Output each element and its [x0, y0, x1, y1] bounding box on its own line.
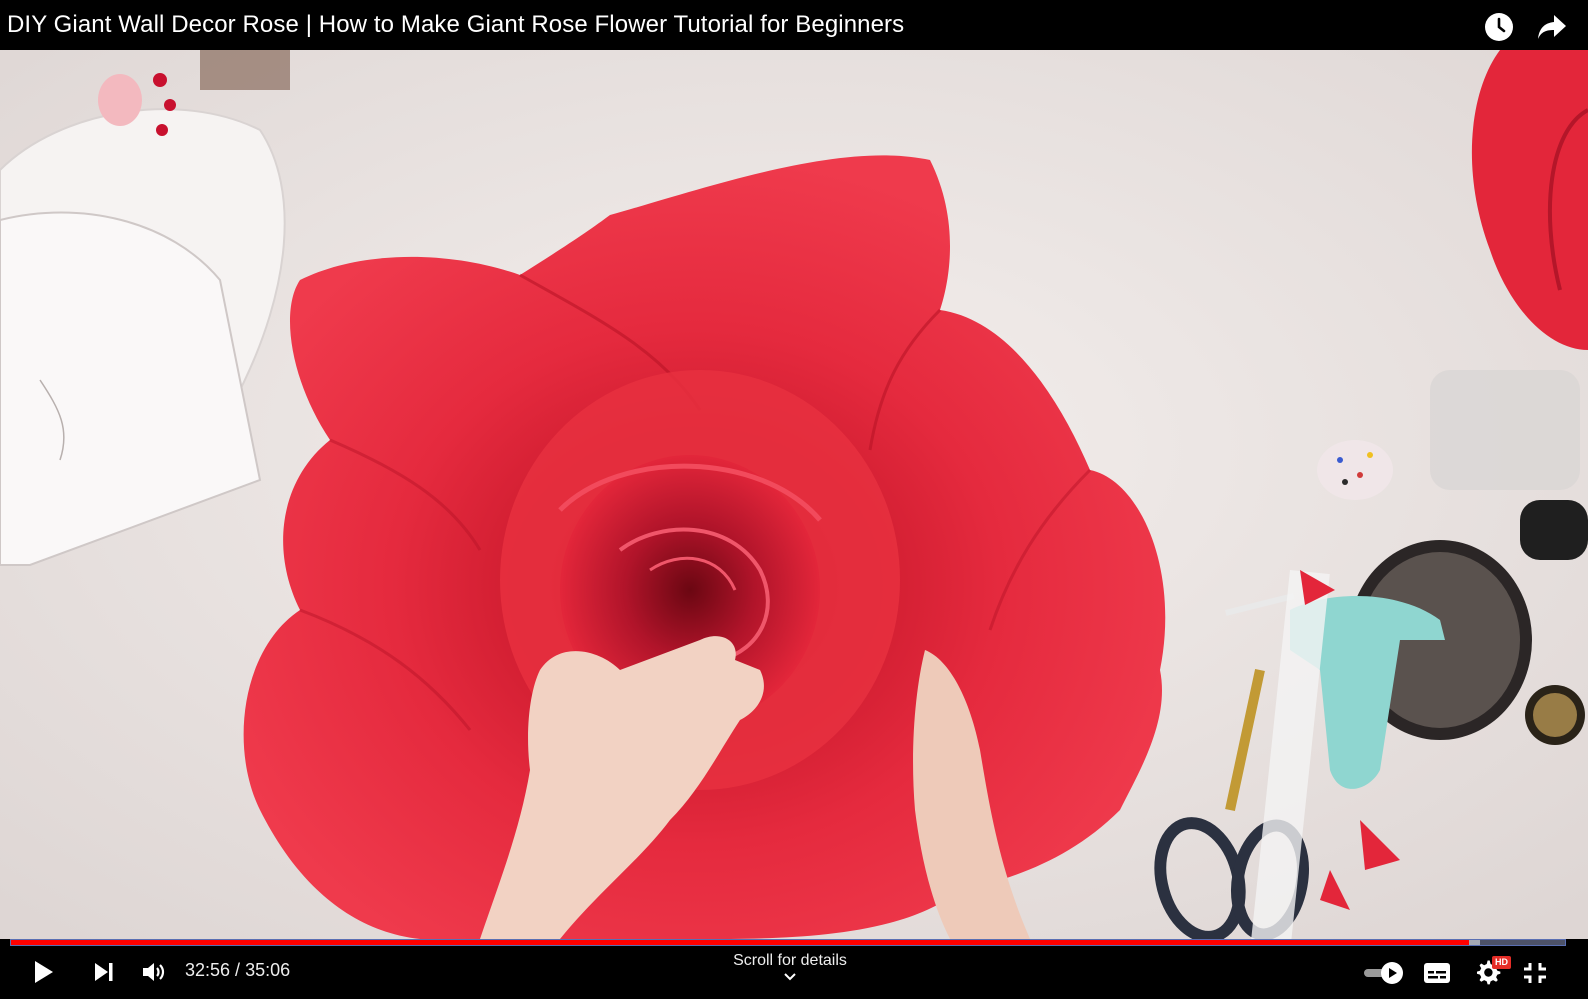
share-arrow-icon[interactable] — [1536, 12, 1568, 42]
progress-bar[interactable] — [10, 939, 1566, 946]
time-display: 32:56 / 35:06 — [185, 960, 290, 981]
video-frame[interactable] — [0, 50, 1588, 939]
player-controls: 32:56 / 35:06 Scroll for details HD — [0, 946, 1588, 999]
top-title-bar: DIY Giant Wall Decor Rose | How to Make … — [0, 0, 1588, 50]
video-title[interactable]: DIY Giant Wall Decor Rose | How to Make … — [7, 11, 904, 39]
clock-icon[interactable] — [1484, 12, 1514, 42]
volume-icon[interactable] — [140, 958, 168, 986]
current-time: 32:56 — [185, 960, 231, 980]
scroll-for-details[interactable]: Scroll for details — [700, 952, 880, 981]
time-separator: / — [230, 960, 246, 980]
hd-badge: HD — [1492, 956, 1511, 969]
settings-button[interactable]: HD — [1472, 954, 1512, 988]
duration: 35:06 — [245, 960, 291, 980]
subtitles-icon[interactable] — [1422, 960, 1452, 986]
skip-next-icon[interactable] — [90, 958, 118, 986]
progress-played — [11, 940, 1469, 945]
autoplay-toggle-icon[interactable] — [1362, 960, 1406, 986]
play-icon[interactable] — [30, 958, 58, 986]
exit-fullscreen-icon[interactable] — [1520, 960, 1550, 986]
scroll-hint-label: Scroll for details — [733, 952, 847, 969]
chevron-down-icon — [784, 973, 796, 981]
video-scene — [0, 50, 1588, 939]
video-player[interactable]: DIY Giant Wall Decor Rose | How to Make … — [0, 0, 1588, 999]
